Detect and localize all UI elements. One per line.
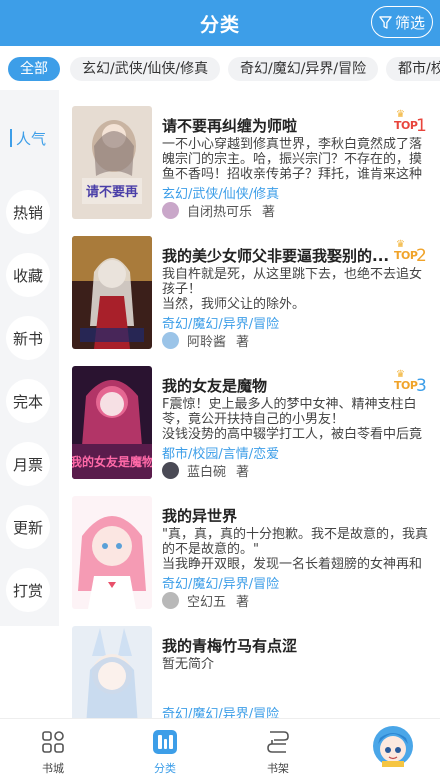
author-role: 著 (236, 594, 250, 610)
bookshelf-icon (267, 731, 289, 753)
book-cover[interactable] (72, 496, 152, 609)
rank-tab-label: 月票 (12, 455, 43, 474)
book-genre-tags[interactable]: 都市/校园/言情/恋爱 (162, 443, 279, 462)
book-author-row: 自闭热可乐 著 (162, 201, 276, 220)
book-intro: 一不小心穿越到修真世界，李秋白竟然成了落魄宗门的宗主。哈，振兴宗门？不存在的，摸… (162, 137, 423, 181)
author-avatar (162, 591, 179, 609)
genre-chip-bar[interactable]: 全部 玄幻/武侠/仙侠/修真 奇幻/魔幻/异界/冒险 都市/校 (0, 46, 440, 90)
book-title[interactable]: 我的异世界 (162, 505, 394, 526)
book-cover[interactable]: 我的女友是魔物 (72, 366, 152, 479)
book-list-item[interactable]: 我的异世界 "真，真，真的十分抱歉。我不是故意的，我真的不是故意的。" 当我睁开… (59, 496, 440, 626)
rank-tab-new[interactable]: 新书 (6, 316, 50, 360)
tab-bookstore[interactable]: 书城 (18, 719, 88, 775)
tab-category[interactable]: 分类 (130, 719, 200, 775)
rank-tab-label: 打赏 (12, 581, 43, 600)
author-role: 著 (262, 204, 276, 220)
book-list-item[interactable]: 我的美少女师父非要逼我娶别的... 我自杵就是死，从这里跳下去，也绝不去追女孩子… (59, 236, 440, 366)
rank-tab-label: 人气 (16, 129, 47, 148)
rank-tab-favorites[interactable]: 收藏 (6, 253, 50, 297)
rank-tab-label: 收藏 (12, 266, 43, 285)
top-rank-badge: ♛ TOP 2 (394, 239, 434, 266)
author-name: 自闭热可乐 (187, 204, 253, 220)
mascot-avatar-button[interactable] (370, 722, 416, 768)
bookstore-icon (42, 731, 64, 753)
book-intro: 暂无简介 (162, 657, 215, 672)
rank-tab-label: 热销 (12, 203, 43, 222)
rank-number: 1 (416, 116, 427, 136)
category-icon (153, 730, 177, 754)
book-intro: F震惊！史上最多人的梦中女神、精神支柱白苓，竟公开扶持自己的小男友！ 没钱没势的… (162, 397, 423, 441)
book-title[interactable]: 我的女友是魔物 (162, 375, 394, 396)
book-intro: "真，真，真的十分抱歉。我不是故意的，我真的不是故意的。" 当我睁开双眼，发现一… (162, 527, 428, 571)
cover-title-text: 我的女友是魔物 (72, 454, 152, 469)
author-role: 著 (236, 334, 250, 350)
author-name: 空幻五 (187, 594, 227, 610)
top-label: TOP (394, 249, 418, 262)
author-avatar (162, 461, 179, 479)
author-avatar (162, 331, 179, 349)
rank-tab-popular[interactable]: 人气 (6, 116, 50, 160)
author-avatar (162, 201, 179, 219)
rank-number: 2 (416, 246, 427, 266)
book-cover[interactable] (72, 236, 152, 349)
author-name: 蓝白碗 (187, 464, 227, 480)
book-genre-tags[interactable]: 奇幻/魔幻/异界/冒险 (162, 313, 279, 332)
book-intro: 我自杵就是死，从这里跳下去，也绝不去追女孩子！ 当然，我师父让的除外。 (162, 267, 423, 311)
filter-icon (379, 15, 392, 29)
top-label: TOP (394, 379, 418, 392)
rank-tab-completed[interactable]: 完本 (6, 379, 50, 423)
rank-number: 3 (416, 376, 427, 396)
rank-tab-label: 更新 (12, 518, 43, 537)
author-name: 阿聆酱 (187, 334, 227, 350)
tab-label: 分类 (154, 762, 176, 775)
cover-title-text: 请不要再 (86, 184, 138, 200)
tab-label: 书架 (267, 762, 289, 775)
book-genre-tags[interactable]: 奇幻/魔幻/异界/冒险 (162, 573, 279, 592)
book-title[interactable]: 请不要再纠缠为师啦 (162, 115, 394, 136)
tab-label: 书城 (42, 762, 64, 775)
rank-tab-tips[interactable]: 打赏 (6, 568, 50, 612)
rank-tab-label: 完本 (12, 392, 43, 411)
author-role: 著 (236, 464, 250, 480)
rank-tab-updated[interactable]: 更新 (6, 505, 50, 549)
book-list-item[interactable]: 请不要再 请不要再纠缠为师啦 一不小心穿越到修真世界，李秋白竟然成了落魄宗门的宗… (59, 106, 440, 236)
genre-chip-xuanhuan[interactable]: 玄幻/武侠/仙侠/修真 (70, 57, 221, 81)
rank-tab-hot-sales[interactable]: 热销 (6, 190, 50, 234)
book-genre-tags[interactable]: 玄幻/武侠/仙侠/修真 (162, 183, 279, 202)
genre-chip-all[interactable]: 全部 (8, 57, 60, 81)
filter-label: 筛选 (394, 13, 425, 32)
genre-chip-dushi[interactable]: 都市/校 (386, 57, 440, 81)
book-title[interactable]: 我的美少女师父非要逼我娶别的... (162, 245, 394, 266)
tab-bookshelf[interactable]: 书架 (243, 719, 313, 775)
genre-chip-qihuan[interactable]: 奇幻/魔幻/异界/冒险 (228, 57, 379, 81)
rank-sidebar: 人气 热销 收藏 新书 完本 月票 更新 打赏 (0, 90, 59, 626)
rank-tab-monthly-votes[interactable]: 月票 (6, 442, 50, 486)
book-cover[interactable]: 请不要再 (72, 106, 152, 219)
top-label: TOP (394, 119, 418, 132)
top-rank-badge: ♛ TOP 1 (394, 109, 434, 136)
rank-tab-label: 新书 (12, 329, 43, 348)
book-author-row: 空幻五 著 (162, 591, 250, 610)
book-title[interactable]: 我的青梅竹马有点涩 (162, 635, 394, 656)
book-author-row: 蓝白碗 著 (162, 461, 250, 480)
book-author-row: 阿聆酱 著 (162, 331, 250, 350)
filter-button[interactable]: 筛选 (371, 6, 433, 38)
book-list-item[interactable]: 我的女友是魔物 我的女友是魔物 F震惊！史上最多人的梦中女神、精神支柱白苓，竟公… (59, 366, 440, 496)
top-header: 分类 筛选 (0, 0, 440, 46)
top-rank-badge: ♛ TOP 3 (394, 369, 434, 396)
